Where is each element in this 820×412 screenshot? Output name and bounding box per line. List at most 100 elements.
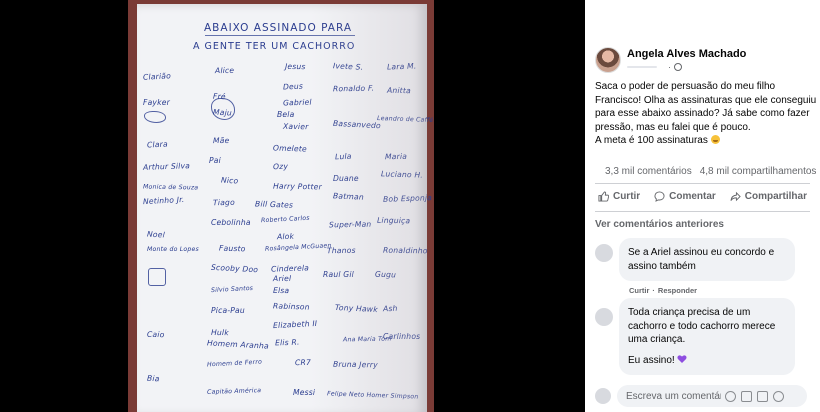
comment-text-2: Eu assino! — [628, 354, 675, 366]
signature: Thanos — [326, 245, 356, 256]
signature: Super-Man — [328, 219, 372, 230]
signature: Elis R. — [274, 337, 300, 348]
signature: Ariel — [272, 273, 292, 284]
comment-button[interactable]: Comentar — [654, 191, 716, 202]
post-header: Angela Alves Machado · — [595, 47, 746, 73]
comment-bubble: Toda criança precisa de um cachorro e to… — [619, 298, 795, 376]
signature: Batman — [332, 191, 365, 202]
signature: Lara M. — [386, 61, 417, 72]
like-button[interactable]: Curtir — [598, 191, 640, 202]
post-photo[interactable]: ABAIXO ASSINADO PARA A GENTE TER UM CACH… — [128, 0, 434, 412]
signature: Gabriel — [282, 97, 312, 108]
signature: Bob Esponja — [382, 193, 433, 204]
signature: Ash — [382, 303, 398, 314]
signature: Leandro de Caffé — [376, 115, 434, 124]
comment-label: Comentar — [669, 191, 716, 202]
grin-emoji-icon — [710, 135, 720, 145]
post-actions: Curtir Comentar Compartilhar — [585, 191, 820, 202]
signature: Silvio Santos — [210, 284, 254, 295]
signature: Clara — [146, 139, 169, 150]
signature: Pica-Pau — [211, 306, 245, 315]
comment-bubble: Se a Ariel assinou eu concordo e assino … — [619, 238, 795, 282]
signature: Fausto — [218, 243, 246, 254]
signature: Harry Potter — [272, 181, 322, 192]
signature: Anitta — [386, 85, 412, 96]
share-button[interactable]: Compartilhar — [730, 191, 807, 202]
divider — [595, 183, 810, 184]
signature: Ronaldinho — [382, 245, 428, 256]
author-name[interactable]: Angela Alves Machado — [627, 47, 746, 61]
signature: Arthur Silva — [142, 161, 191, 172]
signature: Scooby Doo — [210, 262, 259, 275]
signature: Homem Aranha — [206, 338, 270, 351]
post-body: Saca o poder de persuasão do meu filho F… — [595, 81, 817, 147]
signature: Bruna Jerry — [332, 359, 378, 370]
signature: Raul Gil — [323, 270, 354, 279]
commenter-avatar[interactable] — [595, 308, 613, 326]
signature: Rabinson — [272, 301, 310, 312]
signature: Cinderela — [270, 263, 310, 274]
signature: Duane — [333, 174, 359, 183]
view-previous-comments-link[interactable]: Ver comentários anteriores — [595, 219, 724, 230]
signature: Messi — [293, 388, 316, 397]
share-label: Compartilhar — [744, 191, 807, 202]
like-label: Curtir — [612, 191, 641, 202]
signature: Xavier — [282, 121, 309, 132]
gif-icon[interactable] — [757, 390, 768, 402]
comment-input[interactable] — [626, 390, 721, 402]
signature: Roberto Carlos — [260, 214, 310, 225]
purple-heart-icon — [677, 355, 688, 363]
comment-text: Toda criança precisa de um cachorro e to… — [628, 307, 776, 346]
current-user-avatar — [595, 388, 611, 404]
signature: Homem de Ferro — [206, 358, 263, 369]
signature: Gugu — [374, 269, 397, 280]
thumbs-up-icon — [598, 191, 609, 202]
comment-reply-link[interactable]: Responder — [658, 286, 697, 295]
comment-count[interactable]: 3,3 mil comentários — [605, 166, 692, 177]
signature: Capitão América — [206, 387, 262, 396]
signature: Ozy — [272, 161, 289, 172]
signature: Rosângela McGuaen — [264, 242, 332, 253]
globe-icon — [674, 63, 682, 71]
signature: Bill Gates — [254, 199, 294, 210]
signature: Felipe Neto Homer Simpson — [326, 390, 419, 401]
author-avatar[interactable] — [595, 47, 621, 73]
signature: Cebolinha — [211, 218, 251, 227]
comment-text: Se a Ariel assinou eu concordo e assino … — [628, 247, 775, 272]
camera-icon[interactable] — [741, 390, 752, 402]
petition-title-line1: ABAIXO ASSINADO PARA — [204, 22, 353, 34]
signature: Linguiça — [376, 215, 411, 226]
signature: Deus — [282, 81, 304, 92]
signature: Caio — [146, 329, 165, 340]
comment-icon — [654, 191, 665, 202]
signature: Bassanvedo — [332, 118, 382, 131]
signature: Hulk — [210, 327, 229, 338]
signature: Maria — [384, 151, 408, 162]
signature: Elizabeth II — [272, 318, 318, 331]
share-count[interactable]: 4,8 mil compartilhamentos — [700, 166, 817, 177]
signature: Clarião — [142, 71, 172, 82]
signature: Fayker — [143, 98, 170, 107]
signature: CR7 — [294, 357, 312, 368]
petition-paper: ABAIXO ASSINADO PARA A GENTE TER UM CACH… — [137, 4, 433, 412]
comment-like-link[interactable]: Curtir — [629, 286, 649, 295]
signature: Alok — [276, 231, 295, 242]
post-meta: · — [627, 61, 746, 73]
signature: Pai — [209, 156, 221, 165]
signature: Luciano H. — [380, 169, 424, 180]
signature: Ronaldo F. — [332, 83, 375, 94]
signature: Alice — [214, 65, 235, 76]
sticker-icon[interactable] — [773, 390, 784, 402]
signature: Monica de Souza — [142, 183, 199, 192]
signature: Netinho Jr. — [142, 194, 185, 207]
timestamp-placeholder[interactable] — [627, 65, 665, 69]
signature: Mãe — [212, 135, 230, 146]
emoji-icon[interactable] — [725, 390, 736, 402]
divider — [595, 211, 810, 212]
signature: Carlinhos — [383, 332, 421, 341]
signature: Noel — [146, 229, 166, 240]
signature: Omelete — [272, 143, 308, 154]
share-arrow-icon — [730, 191, 741, 202]
signature: Lula — [334, 151, 352, 162]
commenter-avatar[interactable] — [595, 244, 613, 262]
